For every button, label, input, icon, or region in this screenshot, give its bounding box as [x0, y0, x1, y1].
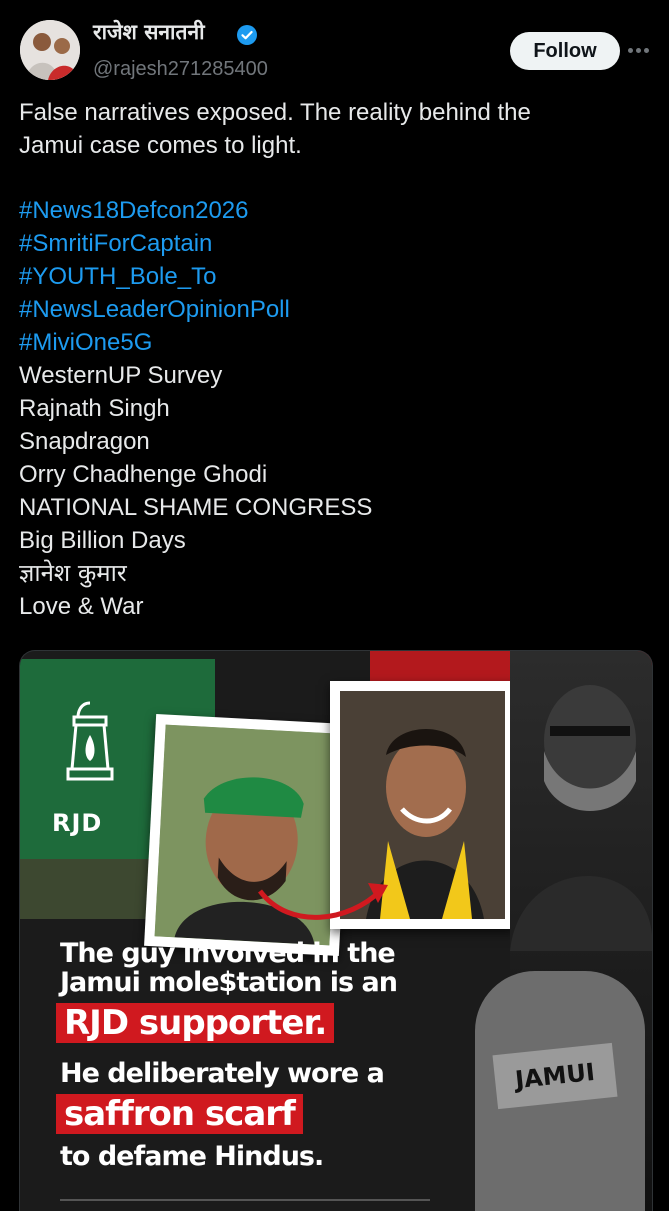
- headline-highlight: RJD supporter.: [56, 1003, 335, 1043]
- post-text-line: Jamui case comes to light.: [19, 132, 302, 159]
- verified-badge-icon: [237, 25, 257, 45]
- post-text-line: Love & War: [19, 593, 144, 620]
- post-text-line: Snapdragon: [19, 428, 150, 455]
- post-text-line: Rajnath Singh: [19, 395, 170, 422]
- headline-line: The guy involved in the: [60, 938, 396, 969]
- post-text: False narratives exposed. The reality be…: [19, 96, 649, 623]
- hashtag-link[interactable]: #YOUTH_Bole_To: [19, 260, 649, 293]
- follow-button[interactable]: Follow: [510, 32, 620, 70]
- divider: [60, 1199, 430, 1201]
- author-name[interactable]: राजेश सनातनी: [93, 18, 205, 46]
- hashtag-link[interactable]: #MiviOne5G: [19, 326, 649, 359]
- post-image[interactable]: RJD JAMUI The guy involved in the Jamui …: [19, 650, 653, 1211]
- lantern-icon: [66, 701, 114, 781]
- author-avatar[interactable]: [20, 20, 80, 80]
- post-text-line: WesternUP Survey: [19, 362, 223, 389]
- headline-line: He deliberately wore a: [60, 1058, 385, 1089]
- author-handle[interactable]: @rajesh271285400: [93, 58, 268, 81]
- arrow-icon: [258, 883, 388, 920]
- headline-line: to defame Hindus.: [60, 1141, 324, 1172]
- post-text-line: NATIONAL SHAME CONGRESS: [19, 494, 373, 521]
- post-text-line: Big Billion Days: [19, 527, 186, 554]
- hashtag-link[interactable]: #NewsLeaderOpinionPoll: [19, 293, 649, 326]
- hashtag-link[interactable]: #News18Defcon2026: [19, 194, 649, 227]
- headline-highlight: saffron scarf: [56, 1094, 303, 1134]
- headline-line: Jamui mole$tation is an: [60, 967, 398, 998]
- post-text-line: Orry Chadhenge Ghodi: [19, 461, 268, 488]
- hashtag-link[interactable]: #SmritiForCaptain: [19, 227, 649, 260]
- more-options-icon[interactable]: [628, 42, 650, 60]
- image-headline: The guy involved in the Jamui mole$tatio…: [56, 938, 440, 1172]
- flag-text: RJD: [52, 809, 103, 837]
- post-header: राजेश सनातनी @rajesh271285400 Follow: [0, 0, 669, 95]
- post-text-line: ज्ञानेश कुमार: [19, 559, 127, 587]
- post-text-line: False narratives exposed. The reality be…: [19, 99, 531, 126]
